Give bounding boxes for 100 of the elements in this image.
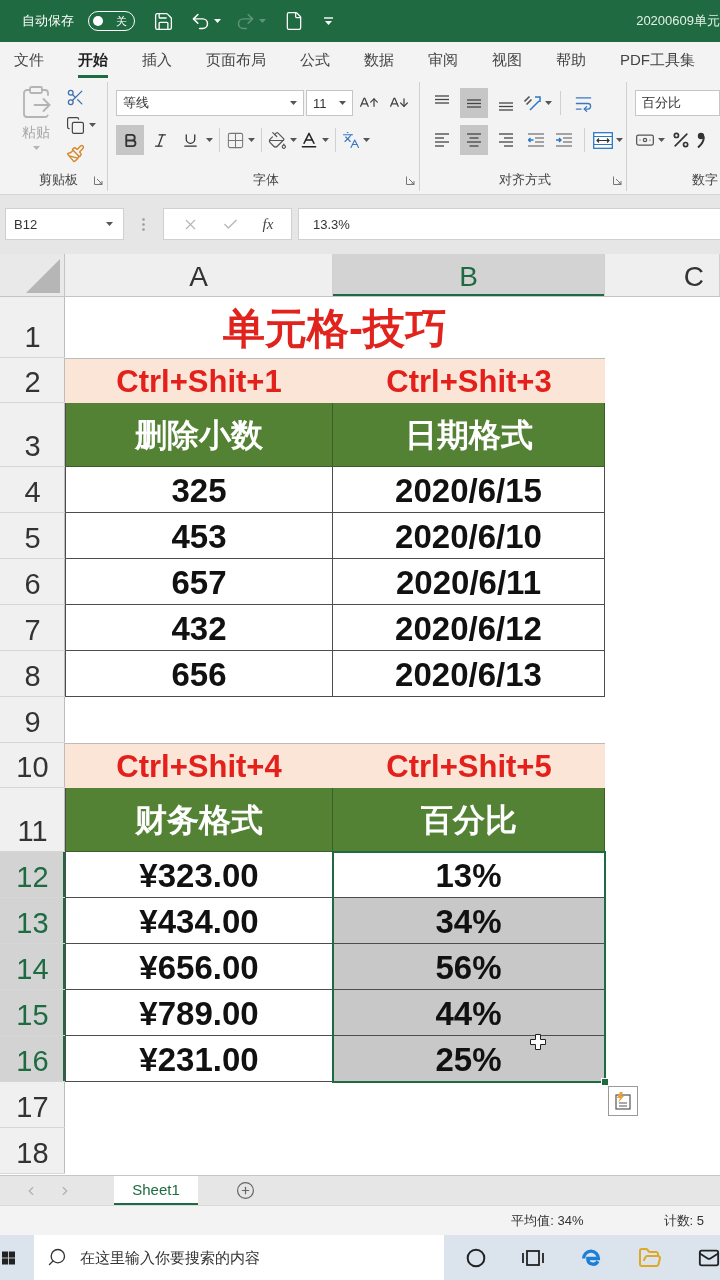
align-middle-button[interactable] — [460, 88, 488, 118]
data-cell[interactable]: 2020/6/13 — [333, 651, 605, 697]
fill-handle[interactable] — [601, 1078, 609, 1086]
row-header[interactable]: 3 — [0, 403, 65, 467]
row-header[interactable]: 13 — [0, 898, 65, 944]
row-header[interactable]: 9 — [0, 697, 65, 743]
row-header[interactable]: 17 — [0, 1082, 65, 1128]
browser-icon[interactable] — [580, 1247, 602, 1268]
caret-icon[interactable] — [290, 138, 297, 142]
shortcut-cell[interactable]: Ctrl+Shit+5 — [333, 743, 605, 788]
data-cell[interactable]: ¥323.00 — [65, 852, 333, 898]
circle-icon[interactable] — [466, 1247, 486, 1268]
dialog-launcher-icon[interactable] — [94, 175, 103, 185]
data-cell[interactable]: 656 — [65, 651, 333, 697]
data-cell[interactable]: 432 — [65, 605, 333, 651]
bold-button[interactable] — [116, 125, 144, 155]
row-header[interactable]: 16 — [0, 1036, 65, 1082]
caret-icon[interactable] — [545, 101, 552, 105]
row-header[interactable]: 15 — [0, 990, 65, 1036]
decrease-indent-icon[interactable] — [528, 133, 544, 147]
ribbon-tab[interactable]: 文件 — [14, 42, 44, 78]
shortcut-cell[interactable]: Ctrl+Shit+1 — [65, 358, 333, 403]
row-header[interactable]: 12 — [0, 852, 65, 898]
sheet-title-cell[interactable]: 单元格-技巧 — [65, 297, 605, 358]
row-header[interactable]: 2 — [0, 358, 65, 403]
dialog-launcher-icon[interactable] — [613, 175, 622, 185]
row-header[interactable]: 1 — [0, 297, 65, 358]
align-center-button[interactable] — [460, 125, 488, 155]
shortcut-cell[interactable]: Ctrl+Shit+3 — [333, 358, 605, 403]
caret-icon[interactable] — [290, 101, 297, 105]
name-box[interactable]: B12 — [5, 208, 124, 240]
data-cell[interactable]: 25% — [333, 1036, 605, 1082]
caret-icon[interactable] — [89, 123, 96, 127]
ribbon-tab[interactable]: 审阅 — [428, 42, 458, 78]
data-cell[interactable]: 325 — [65, 467, 333, 513]
new-file-icon[interactable] — [284, 11, 304, 31]
row-header[interactable]: 10 — [0, 743, 65, 788]
header-cell[interactable]: 删除小数 — [65, 403, 333, 467]
caret-icon[interactable] — [616, 138, 623, 142]
caret-icon[interactable] — [106, 222, 113, 226]
formula-field[interactable]: 13.3% — [298, 208, 720, 240]
caret-icon[interactable] — [214, 19, 221, 23]
row-header[interactable]: 18 — [0, 1128, 65, 1174]
dialog-launcher-icon[interactable] — [406, 175, 415, 185]
caret-icon[interactable] — [248, 138, 255, 142]
data-cell[interactable]: 2020/6/11 — [333, 559, 605, 605]
caret-icon[interactable] — [322, 138, 329, 142]
font-size-combo[interactable]: 11 — [306, 90, 353, 116]
caret-icon[interactable] — [339, 101, 346, 105]
header-cell[interactable]: 日期格式 — [333, 403, 605, 467]
data-cell[interactable]: ¥789.00 — [65, 990, 333, 1036]
start-icon[interactable] — [2, 1249, 15, 1266]
customize-menu-icon[interactable] — [324, 16, 333, 26]
caret-icon[interactable] — [363, 138, 370, 142]
header-cell[interactable]: 百分比 — [333, 788, 605, 852]
sheet-tab[interactable]: Sheet1 — [114, 1176, 198, 1205]
task-view-icon[interactable] — [522, 1249, 544, 1266]
caret-icon[interactable] — [658, 138, 665, 142]
data-cell[interactable]: ¥434.00 — [65, 898, 333, 944]
ribbon-tab[interactable]: PDF工具集 — [620, 42, 695, 78]
ribbon-tab[interactable]: 公式 — [300, 42, 330, 78]
data-cell[interactable]: ¥231.00 — [65, 1036, 333, 1082]
data-cell[interactable]: 2020/6/10 — [333, 513, 605, 559]
comma-style-icon[interactable] — [697, 132, 705, 148]
text-angle-icon[interactable] — [524, 95, 542, 111]
column-header[interactable]: B — [333, 254, 605, 296]
data-cell[interactable]: ¥656.00 — [65, 944, 333, 990]
percent-icon[interactable] — [671, 130, 691, 150]
row-header[interactable]: 11 — [0, 788, 65, 852]
number-format-combo[interactable]: 百分比 — [635, 90, 720, 116]
merge-center-icon[interactable] — [593, 131, 613, 149]
increase-indent-icon[interactable] — [556, 133, 572, 147]
data-cell[interactable]: 2020/6/15 — [333, 467, 605, 513]
save-icon[interactable] — [153, 10, 174, 32]
data-cell[interactable]: 44% — [333, 990, 605, 1036]
copy-button[interactable] — [66, 114, 96, 136]
data-cell[interactable]: 2020/6/12 — [333, 605, 605, 651]
row-header[interactable]: 7 — [0, 605, 65, 651]
quick-analysis-button[interactable] — [608, 1086, 638, 1116]
data-cell[interactable]: 453 — [65, 513, 333, 559]
data-cell[interactable]: 657 — [65, 559, 333, 605]
shortcut-cell[interactable]: Ctrl+Shit+4 — [65, 743, 333, 788]
header-cell[interactable]: 财务格式 — [65, 788, 333, 852]
data-cell[interactable]: 56% — [333, 944, 605, 990]
ribbon-tab[interactable]: 插入 — [142, 42, 172, 78]
ribbon-tab[interactable]: 数据 — [364, 42, 394, 78]
caret-icon[interactable] — [206, 138, 213, 142]
add-sheet-icon[interactable] — [236, 1181, 255, 1200]
data-cell[interactable]: 34% — [333, 898, 605, 944]
row-header[interactable]: 5 — [0, 513, 65, 559]
ribbon-tab[interactable]: 页面布局 — [206, 42, 266, 78]
insert-function-button[interactable]: fx — [262, 215, 274, 233]
row-header[interactable]: 4 — [0, 467, 65, 513]
font-name-combo[interactable]: 等线 — [116, 90, 304, 116]
search-field[interactable]: 在这里输入你要搜索的内容 — [34, 1235, 444, 1280]
row-header[interactable]: 14 — [0, 944, 65, 990]
ribbon-tab[interactable]: 视图 — [492, 42, 522, 78]
row-header[interactable]: 8 — [0, 651, 65, 697]
ribbon-tab[interactable]: 帮助 — [556, 42, 586, 78]
row-header[interactable]: 6 — [0, 559, 65, 605]
